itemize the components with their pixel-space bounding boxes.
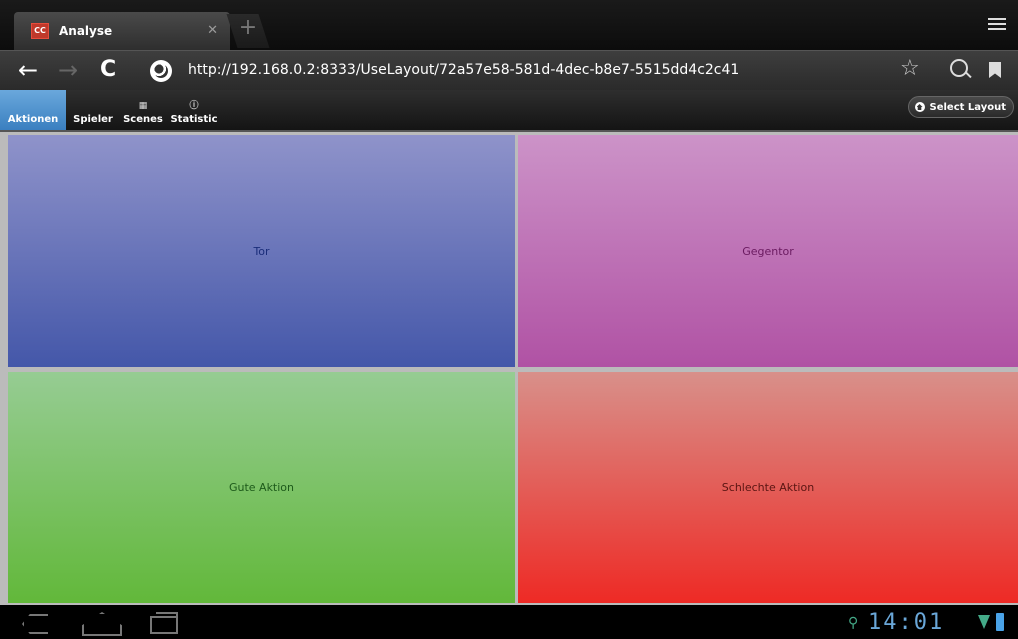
wifi-icon bbox=[978, 615, 990, 629]
action-tile-schlechte-aktion[interactable]: Schlechte Aktion bbox=[518, 372, 1018, 603]
action-label: Gegentor bbox=[742, 244, 794, 258]
action-label: Tor bbox=[253, 244, 270, 258]
info-icon: ⓘ bbox=[189, 101, 199, 111]
clock[interactable]: 14:01 bbox=[868, 610, 944, 635]
action-label: Schlechte Aktion bbox=[721, 481, 815, 494]
menu-icon[interactable] bbox=[988, 18, 1006, 33]
tab-aktionen[interactable]: Aktionen bbox=[0, 90, 66, 130]
app-toolbar: Aktionen Spieler ▦ Scenes ⓘ Statistic Se… bbox=[0, 90, 1018, 132]
favicon-icon: CC bbox=[31, 23, 49, 39]
tab-label: Scenes bbox=[123, 114, 163, 125]
usb-icon: ⚲ bbox=[848, 615, 859, 631]
action-tile-gute-aktion[interactable]: Gute Aktion bbox=[8, 372, 515, 603]
tab-spieler[interactable]: Spieler bbox=[68, 90, 118, 130]
tab-statistic[interactable]: ⓘ Statistic bbox=[168, 90, 220, 130]
recent-apps-icon[interactable] bbox=[150, 612, 178, 634]
browser-tab[interactable]: CC Analyse ✕ bbox=[14, 12, 230, 50]
globe-icon bbox=[150, 60, 172, 82]
system-back-icon[interactable] bbox=[22, 614, 48, 634]
home-icon bbox=[914, 102, 925, 112]
action-label: Gute Aktion bbox=[228, 481, 295, 494]
grid-icon: ▦ bbox=[138, 101, 148, 111]
action-tile-tor[interactable]: Tor bbox=[8, 135, 515, 367]
tab-scenes[interactable]: ▦ Scenes bbox=[121, 90, 165, 130]
star-icon[interactable]: ☆ bbox=[900, 56, 920, 81]
search-icon[interactable] bbox=[950, 59, 968, 77]
browser-tab-strip: CC Analyse ✕ + bbox=[0, 0, 1018, 50]
battery-icon bbox=[996, 613, 1004, 631]
tab-label: Spieler bbox=[73, 114, 113, 125]
back-arrow-icon[interactable]: ← bbox=[18, 56, 38, 84]
tab-title: Analyse bbox=[59, 24, 113, 38]
address-bar: ← → C http://192.168.0.2:8333/UseLayout/… bbox=[0, 50, 1018, 91]
action-grid: Tor Gegentor Gute Aktion Schlechte Aktio… bbox=[0, 132, 1018, 605]
url-field[interactable]: http://192.168.0.2:8333/UseLayout/72a57e… bbox=[188, 62, 739, 78]
reload-icon[interactable]: C bbox=[100, 56, 116, 84]
forward-arrow-icon[interactable]: → bbox=[58, 56, 78, 84]
action-tile-gegentor[interactable]: Gegentor bbox=[518, 135, 1018, 367]
select-layout-button[interactable]: Select Layout bbox=[907, 96, 1014, 118]
tab-label: Statistic bbox=[170, 114, 218, 125]
plus-icon[interactable]: + bbox=[236, 15, 260, 40]
select-layout-label: Select Layout bbox=[929, 101, 1006, 113]
system-bar: ⚲ 14:01 bbox=[0, 605, 1018, 639]
tab-label: Aktionen bbox=[7, 114, 59, 125]
close-tab-icon[interactable]: ✕ bbox=[207, 23, 218, 38]
bookmark-icon[interactable] bbox=[989, 62, 1001, 78]
system-home-icon[interactable] bbox=[82, 612, 118, 632]
